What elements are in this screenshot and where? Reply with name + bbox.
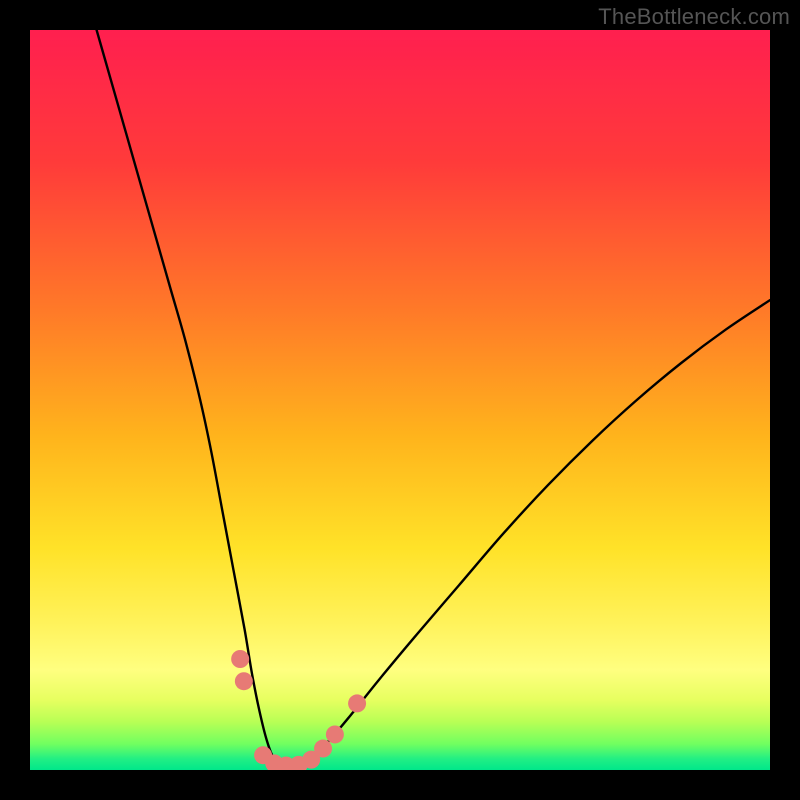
bottleneck-curve bbox=[97, 30, 770, 767]
highlight-dot bbox=[348, 694, 366, 712]
highlight-dot bbox=[235, 672, 253, 690]
plot-area bbox=[30, 30, 770, 770]
highlight-dot bbox=[326, 725, 344, 743]
curve-layer bbox=[30, 30, 770, 770]
watermark-text: TheBottleneck.com bbox=[598, 4, 790, 30]
highlight-dot bbox=[314, 740, 332, 758]
chart-stage: TheBottleneck.com bbox=[0, 0, 800, 800]
highlight-dot bbox=[231, 650, 249, 668]
